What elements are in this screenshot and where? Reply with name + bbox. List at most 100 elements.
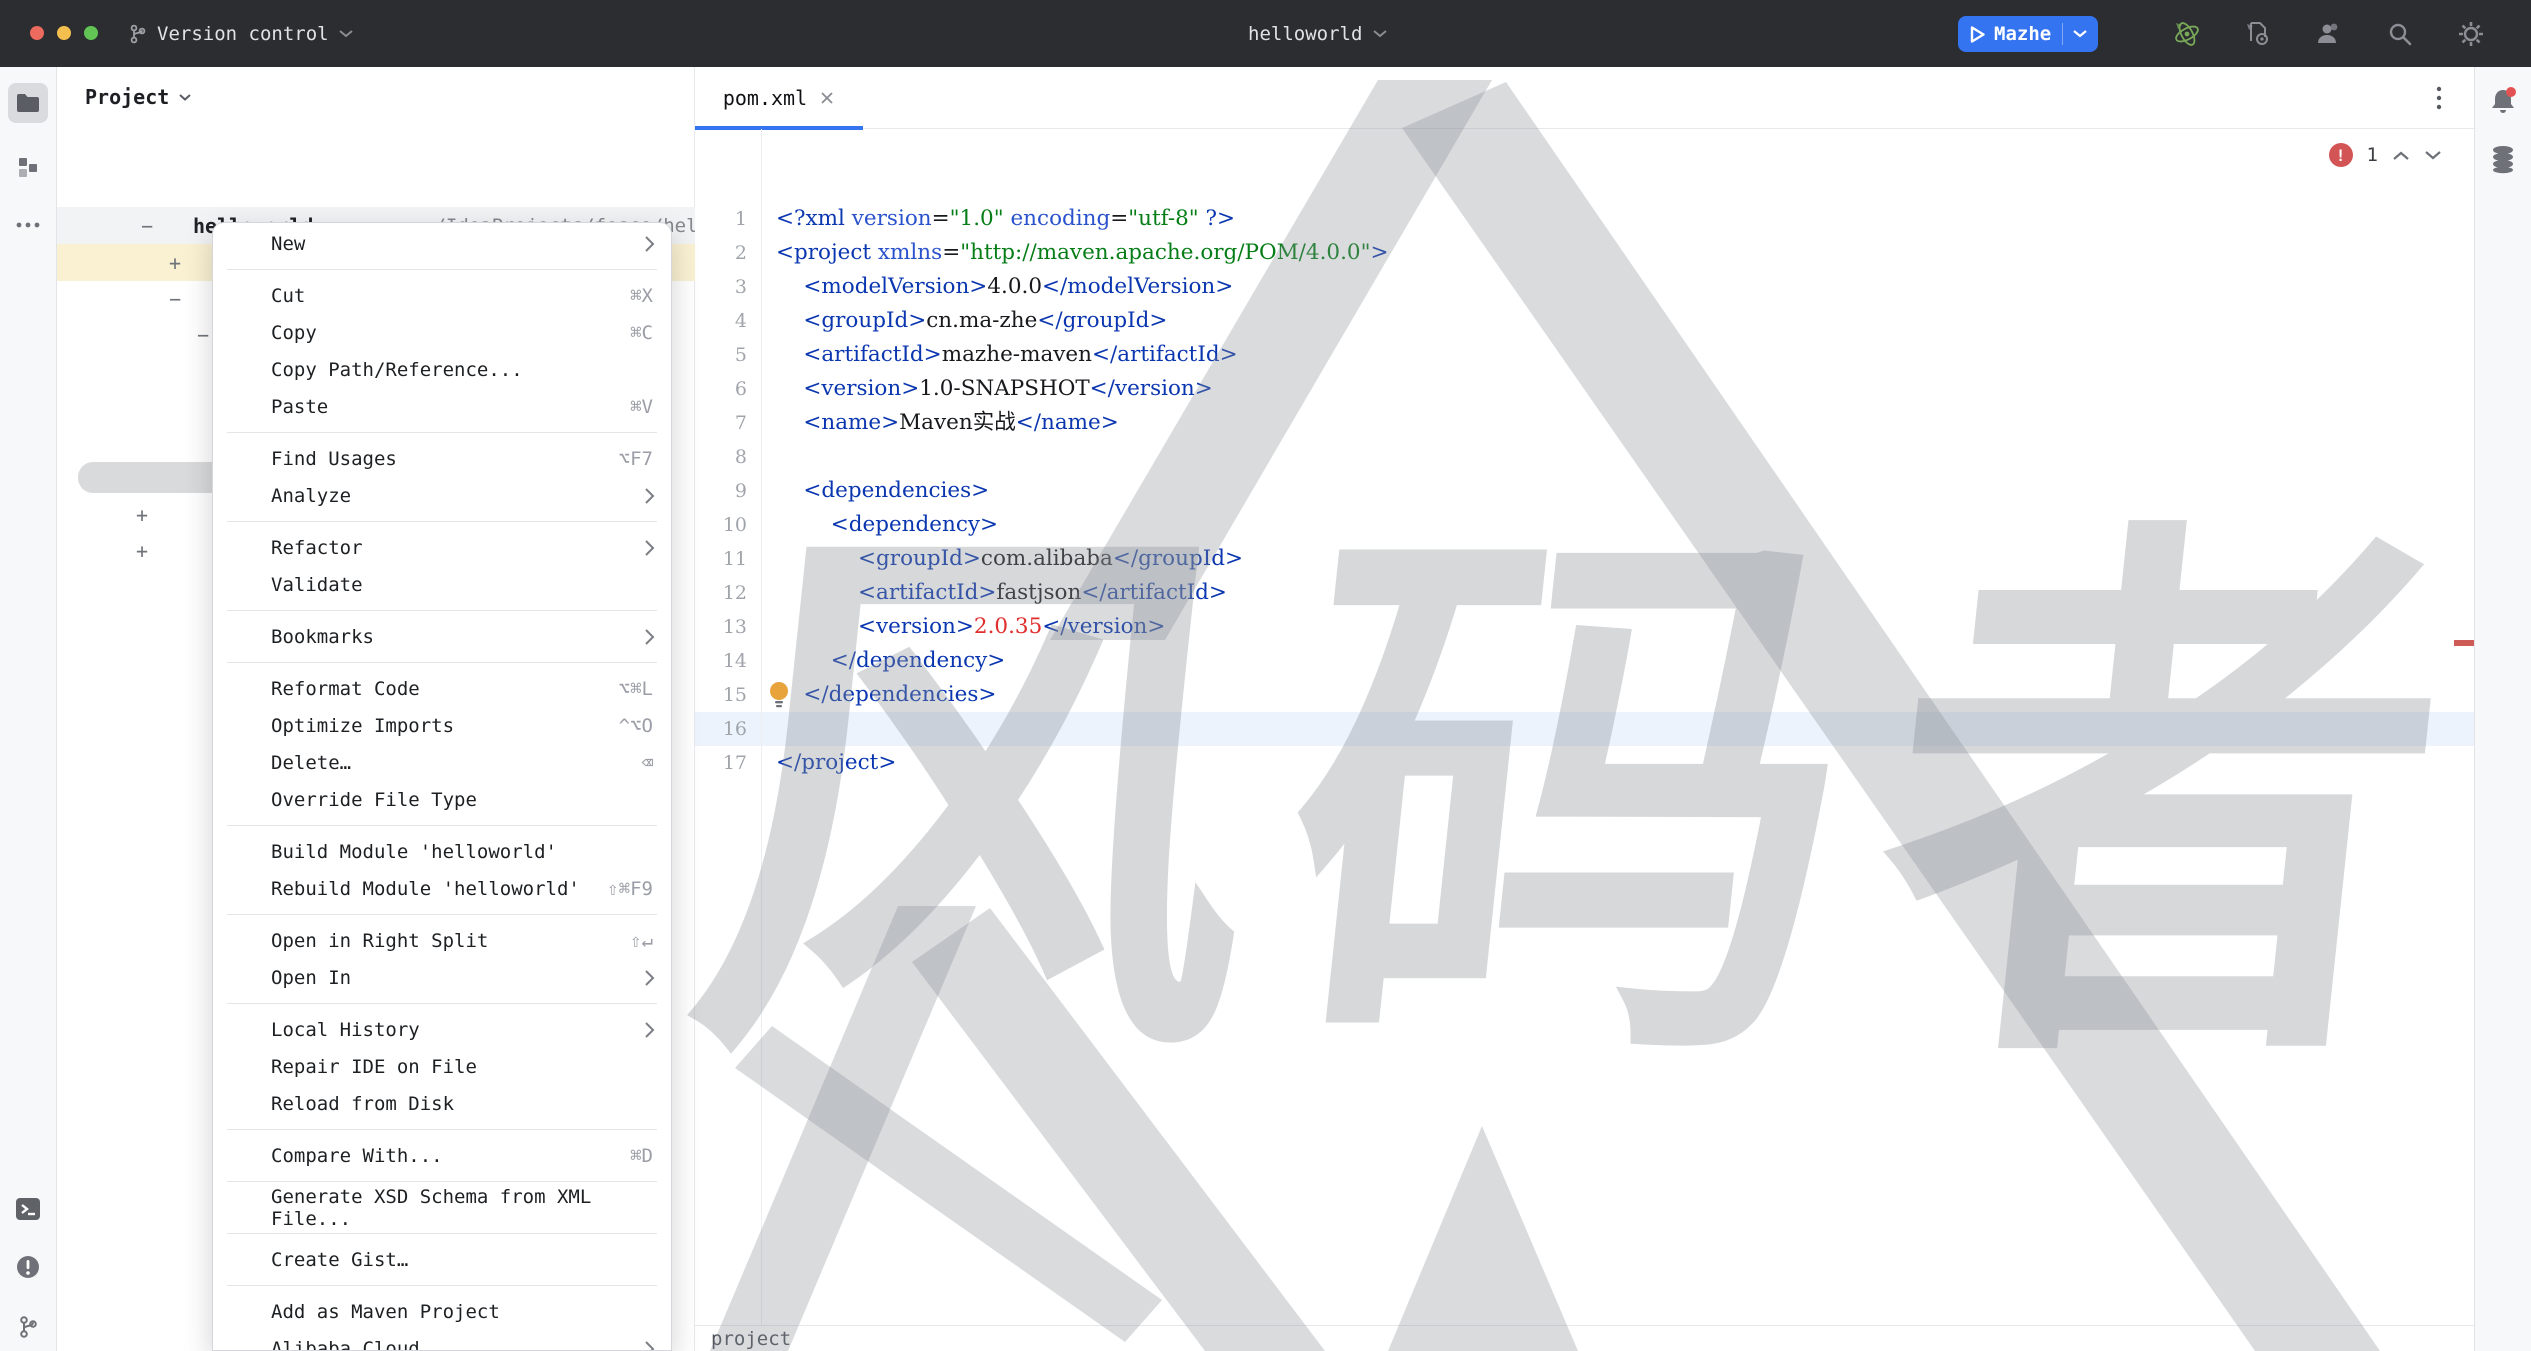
more-ellipsis-icon[interactable] bbox=[8, 205, 48, 245]
code-line-15: </dependencies> bbox=[776, 678, 996, 712]
menu-divider bbox=[227, 610, 657, 611]
terminal-icon[interactable] bbox=[8, 1189, 48, 1229]
git-branch-icon[interactable] bbox=[8, 1307, 48, 1347]
menu-divider bbox=[227, 662, 657, 663]
tree-collapse-toggle[interactable]: − bbox=[165, 287, 185, 311]
menu-item-local-history[interactable]: Local History bbox=[213, 1011, 671, 1048]
run-configuration-button[interactable]: Mazhe bbox=[1958, 16, 2098, 52]
menu-item-cut[interactable]: Cut⌘X bbox=[213, 277, 671, 314]
menu-item-reload-from-disk[interactable]: Reload from Disk bbox=[213, 1085, 671, 1122]
project-switcher-label: helloworld bbox=[1248, 23, 1362, 45]
code-area[interactable]: 1234567891011121314151617 <?xml version=… bbox=[695, 129, 2474, 1326]
line-number: 9 bbox=[697, 474, 747, 508]
menu-item-alibaba-cloud[interactable]: Alibaba Cloud bbox=[213, 1330, 671, 1351]
menu-item-refactor[interactable]: Refactor bbox=[213, 529, 671, 566]
line-number: 12 bbox=[697, 576, 747, 610]
menu-item-create-gist[interactable]: Create Gist… bbox=[213, 1241, 671, 1278]
menu-item-find-usages[interactable]: Find Usages⌥F7 bbox=[213, 440, 671, 477]
project-panel-header[interactable]: Project bbox=[85, 85, 192, 109]
code-line-3: <modelVersion>4.0.0</modelVersion> bbox=[776, 270, 1233, 304]
menu-item-label: Optimize Imports bbox=[271, 715, 454, 737]
problems-icon[interactable] bbox=[8, 1247, 48, 1287]
close-icon[interactable] bbox=[819, 90, 835, 106]
notifications-bell-icon[interactable] bbox=[2483, 81, 2523, 121]
menu-item-shortcut: ^⌥O bbox=[619, 715, 653, 737]
plugin-atom-icon[interactable] bbox=[2170, 17, 2204, 51]
menu-item-label: Reload from Disk bbox=[271, 1093, 454, 1115]
menu-item-add-as-maven-project[interactable]: Add as Maven Project bbox=[213, 1293, 671, 1330]
line-number: 10 bbox=[697, 508, 747, 542]
menu-item-label: Generate XSD Schema from XML File... bbox=[271, 1186, 671, 1230]
tree-expand-toggle[interactable]: + bbox=[132, 503, 152, 527]
line-number: 16 bbox=[697, 712, 747, 746]
tree-expand-toggle[interactable]: + bbox=[132, 539, 152, 563]
menu-item-compare-with[interactable]: Compare With...⌘D bbox=[213, 1137, 671, 1174]
close-window-button[interactable] bbox=[30, 26, 44, 40]
menu-item-optimize-imports[interactable]: Optimize Imports ^⌥O bbox=[213, 707, 671, 744]
tree-expand-toggle[interactable]: + bbox=[165, 251, 185, 275]
line-number: 11 bbox=[697, 542, 747, 576]
editor-gutter: 1234567891011121314151617 bbox=[695, 129, 761, 1326]
project-switcher[interactable]: helloworld bbox=[1248, 0, 1388, 67]
tree-collapse-toggle[interactable]: − bbox=[137, 214, 157, 238]
submenu-arrow-icon bbox=[644, 235, 655, 253]
search-icon[interactable] bbox=[2383, 17, 2417, 51]
titlebar: Version control helloworld Mazhe bbox=[0, 0, 2531, 67]
menu-item-paste[interactable]: Paste⌘V bbox=[213, 388, 671, 425]
menu-item-copy-path-reference[interactable]: Copy Path/Reference... bbox=[213, 351, 671, 388]
menu-item-delete[interactable]: Delete…⌫ bbox=[213, 744, 671, 781]
menu-divider bbox=[227, 521, 657, 522]
vcs-widget[interactable]: Version control bbox=[128, 0, 354, 67]
menu-divider bbox=[227, 914, 657, 915]
traffic-lights bbox=[30, 26, 98, 40]
zoom-window-button[interactable] bbox=[84, 26, 98, 40]
menu-item-reformat-code[interactable]: Reformat Code⌥⌘L bbox=[213, 670, 671, 707]
chevron-down-icon bbox=[1372, 29, 1388, 39]
error-stripe-mark[interactable] bbox=[2454, 640, 2474, 646]
code-line-14: </dependency> bbox=[776, 644, 1005, 678]
intention-bulb-icon[interactable] bbox=[767, 680, 791, 708]
copy-icon bbox=[230, 320, 256, 346]
project-folder-icon[interactable] bbox=[8, 83, 48, 123]
menu-item-open-in[interactable]: Open In bbox=[213, 959, 671, 996]
folder-module-icon bbox=[165, 213, 191, 239]
tab-label: pom.xml bbox=[723, 86, 807, 110]
user-icon[interactable] bbox=[2312, 17, 2346, 51]
menu-item-generate-xsd-schema-from-xml-file[interactable]: Generate XSD Schema from XML File... bbox=[213, 1189, 671, 1226]
menu-item-validate[interactable]: Validate bbox=[213, 566, 671, 603]
menu-item-build-module-helloworld[interactable]: Build Module 'helloworld' bbox=[213, 833, 671, 870]
menu-item-open-in-right-split[interactable]: Open in Right Split⇧↵ bbox=[213, 922, 671, 959]
menu-item-override-file-type[interactable]: Override File Type bbox=[213, 781, 671, 818]
tree-collapse-toggle[interactable]: − bbox=[193, 323, 213, 347]
menu-item-bookmarks[interactable]: Bookmarks bbox=[213, 618, 671, 655]
code-line-13: <version>2.0.35</version> bbox=[776, 610, 1165, 644]
menu-item-shortcut: ⌘C bbox=[630, 322, 653, 344]
menu-item-label: Compare With... bbox=[271, 1145, 443, 1167]
breadcrumb-item[interactable]: project bbox=[711, 1328, 791, 1350]
menu-item-rebuild-module-helloworld[interactable]: Rebuild Module 'helloworld'⇧⌘F9 bbox=[213, 870, 671, 907]
menu-item-new[interactable]: New bbox=[213, 225, 671, 262]
code-line-9: <dependencies> bbox=[776, 474, 989, 508]
menu-item-analyze[interactable]: Analyze bbox=[213, 477, 671, 514]
menu-divider bbox=[227, 269, 657, 270]
database-icon[interactable] bbox=[2483, 139, 2523, 179]
submenu-arrow-icon bbox=[644, 487, 655, 505]
menu-item-label: Alibaba Cloud bbox=[271, 1338, 420, 1351]
structure-modules-icon[interactable] bbox=[8, 147, 48, 187]
minimize-window-button[interactable] bbox=[57, 26, 71, 40]
menu-item-label: Paste bbox=[271, 396, 328, 418]
menu-item-label: Refactor bbox=[271, 537, 363, 559]
menu-item-label: Cut bbox=[271, 285, 305, 307]
menu-item-label: Copy bbox=[271, 322, 317, 344]
services-file-gear-icon[interactable] bbox=[2241, 17, 2275, 51]
compare-icon bbox=[230, 1143, 256, 1169]
chevron-down-icon[interactable] bbox=[2072, 29, 2088, 39]
menu-item-copy[interactable]: Copy ⌘C bbox=[213, 314, 671, 351]
menu-divider bbox=[227, 1233, 657, 1234]
run-configuration-label: Mazhe bbox=[1994, 23, 2051, 45]
reload-icon bbox=[230, 1091, 256, 1117]
tab-pom-xml[interactable]: pom.xml bbox=[695, 67, 863, 129]
tab-options-kebab-icon[interactable] bbox=[2422, 81, 2456, 115]
settings-gear-icon[interactable] bbox=[2454, 17, 2488, 51]
menu-item-repair-ide-on-file[interactable]: Repair IDE on File bbox=[213, 1048, 671, 1085]
